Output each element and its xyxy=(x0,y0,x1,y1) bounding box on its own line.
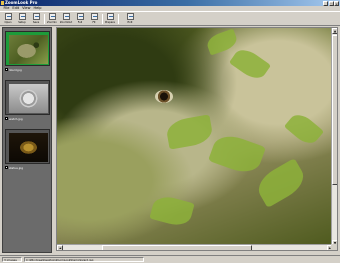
toolbar-separator xyxy=(102,14,103,24)
thumbnail-frame xyxy=(5,129,50,164)
thumbnail-image-statue xyxy=(9,133,48,162)
thumbnail-item-statue[interactable]: statue.jpg xyxy=(5,129,50,173)
save-icon xyxy=(32,13,40,20)
thumbnail-checkbox[interactable] xyxy=(5,117,8,120)
zoom-in-icon xyxy=(48,13,56,20)
iguana-eye xyxy=(155,90,173,103)
toolbar: Open Setup Save ZoomIn ZoomOut Full Fit … xyxy=(0,11,340,26)
zoom-in-label: ZoomIn xyxy=(47,20,57,24)
thumbnail-sidebar: lizard.jpg watch.jpg statue.jpg xyxy=(2,27,52,253)
thumbnail-image-iguana xyxy=(9,35,48,64)
leaf-decoration xyxy=(208,130,266,178)
leaf-decoration xyxy=(283,109,325,149)
full-button[interactable]: Full xyxy=(74,13,86,25)
window-controls: _ □ × xyxy=(323,0,339,6)
thumbnail-image-watch xyxy=(9,84,48,113)
thumbnail-caption: watch.jpg xyxy=(5,116,50,121)
status-bar: 3 images C:\Windows\Desktop\ZoomLook\Dem… xyxy=(0,255,340,263)
app-icon xyxy=(1,1,4,5)
exit-label: Exit xyxy=(127,20,133,24)
close-button[interactable]: × xyxy=(334,0,339,6)
prepare-button[interactable]: Prepare xyxy=(104,13,116,25)
vertical-scroll-thumb[interactable] xyxy=(332,35,337,185)
fit-icon xyxy=(90,13,98,20)
thumbnail-checkbox[interactable] xyxy=(5,166,8,169)
scroll-up-arrow[interactable]: ▲ xyxy=(332,28,337,34)
leaf-decoration xyxy=(149,193,195,229)
image-viewer[interactable]: ▲ ▼ ◄ ► xyxy=(56,27,338,251)
setup-button[interactable]: Setup xyxy=(16,13,28,25)
thumbnail-frame xyxy=(5,80,50,115)
horizontal-scrollbar[interactable]: ◄ ► xyxy=(57,244,333,250)
prepare-icon xyxy=(106,13,114,20)
main-image-iguana[interactable] xyxy=(57,28,333,246)
prepare-label: Prepare xyxy=(105,20,115,24)
vertical-scrollbar[interactable]: ▲ ▼ xyxy=(331,28,337,246)
zoom-out-button[interactable]: ZoomOut xyxy=(60,13,72,25)
exit-button[interactable]: Exit xyxy=(124,13,136,25)
toolbar-separator xyxy=(44,14,45,24)
toolbar-separator xyxy=(118,14,119,24)
minimize-button[interactable]: _ xyxy=(323,0,328,6)
status-path: C:\Windows\Desktop\ZoomLook\Demo\lizard.… xyxy=(24,257,144,262)
thumbnail-filename: statue.jpg xyxy=(9,165,24,170)
open-icon xyxy=(4,13,12,20)
thumbnail-item-watch[interactable]: watch.jpg xyxy=(5,80,50,124)
thumbnail-filename: lizard.jpg xyxy=(9,67,22,72)
setup-icon xyxy=(18,13,26,20)
thumbnail-filename: watch.jpg xyxy=(9,116,23,121)
leaf-decoration xyxy=(252,158,310,208)
fullscreen-icon xyxy=(76,13,84,20)
full-label: Full xyxy=(77,20,83,24)
status-count: 3 images xyxy=(2,257,22,262)
leaf-decoration xyxy=(164,114,215,150)
setup-label: Setup xyxy=(18,20,26,24)
zoom-out-label: ZoomOut xyxy=(59,20,73,24)
zoom-out-icon xyxy=(62,13,70,20)
scrollbar-corner xyxy=(331,244,337,250)
thumbnail-caption: lizard.jpg xyxy=(5,67,50,72)
exit-icon xyxy=(126,13,134,20)
thumbnail-checkbox[interactable] xyxy=(5,68,8,71)
scroll-left-arrow[interactable]: ◄ xyxy=(57,245,63,250)
thumbnail-caption: statue.jpg xyxy=(5,165,50,170)
save-label: Save xyxy=(32,20,40,24)
open-label: Open xyxy=(4,20,12,24)
leaf-decoration xyxy=(204,28,240,56)
fit-button[interactable]: Fit xyxy=(88,13,100,25)
open-button[interactable]: Open xyxy=(2,13,14,25)
zoom-in-button[interactable]: ZoomIn xyxy=(46,13,58,25)
save-button[interactable]: Save xyxy=(30,13,42,25)
thumbnail-frame-selected xyxy=(5,31,50,66)
maximize-button[interactable]: □ xyxy=(328,0,334,6)
horizontal-scroll-thumb[interactable] xyxy=(102,245,252,250)
window-title: ZoomLook Pro xyxy=(5,0,38,5)
fit-label: Fit xyxy=(92,20,96,24)
leaf-decoration xyxy=(228,44,272,84)
thumbnail-item-lizard[interactable]: lizard.jpg xyxy=(5,31,50,75)
